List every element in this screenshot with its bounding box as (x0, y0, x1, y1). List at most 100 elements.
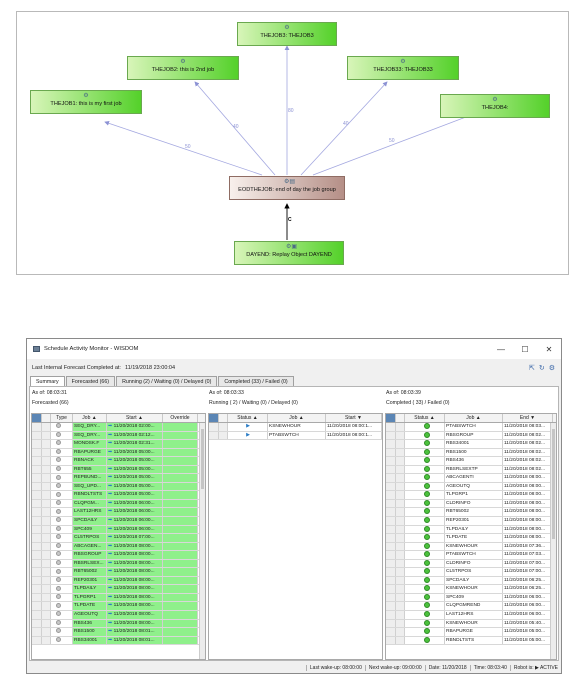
scroll-thumb[interactable] (201, 429, 204, 489)
table-row[interactable]: TLPGRP1 11/20/2018 08:00... (386, 491, 556, 500)
table-row[interactable]: CL5TRPOS 11/20/2018 07:00... (386, 568, 556, 577)
forecasted-scrollbar[interactable] (199, 423, 205, 659)
row-check[interactable] (42, 423, 51, 431)
row-check[interactable] (396, 457, 405, 465)
table-row[interactable]: TLPDATE 11/20/2018 08:00... (386, 534, 556, 543)
row-selector[interactable] (386, 491, 396, 499)
override-cell[interactable] (163, 551, 198, 559)
table-row[interactable]: REP20301 11/20/2018 08:00... (386, 517, 556, 526)
row-check[interactable] (396, 611, 405, 619)
row-selector[interactable] (32, 542, 42, 551)
table-row[interactable]: CLDRINFO 11/20/2018 08:00... (386, 499, 556, 509)
row-check[interactable] (42, 491, 51, 499)
table-row[interactable]: CLQPGM... ➡ 11/20/2018 06:00... (32, 499, 205, 509)
table-row[interactable]: RBNDLTSTS 11/20/2018 05:00... (386, 636, 556, 646)
row-check[interactable] (42, 628, 51, 636)
table-row[interactable]: ABCAGENTI 11/20/2018 08:00... (386, 474, 556, 483)
override-cell[interactable] (163, 474, 198, 482)
table-row[interactable]: LAST12HRS ➡ 11/20/2018 06:00... (32, 508, 205, 518)
table-row[interactable]: ▶ KSNEWHOUR 11/20/2018 08:00:1... (209, 423, 382, 432)
node-job4[interactable]: ⚙ THEJOB4: (440, 94, 550, 118)
row-selector[interactable] (386, 457, 396, 465)
override-cell[interactable] (163, 568, 198, 576)
override-cell[interactable] (163, 525, 198, 534)
table-row[interactable]: SEQ_DRY... ➡ 11/20/2018 02:00... (32, 423, 205, 432)
row-selector[interactable] (32, 499, 42, 508)
row-selector[interactable] (386, 423, 396, 431)
table-row[interactable]: CLQPGMREND 11/20/2018 06:00... (386, 602, 556, 612)
row-selector[interactable] (32, 628, 42, 636)
row-selector[interactable] (32, 551, 42, 559)
table-row[interactable]: RBS1500 ➡ 11/20/2018 08:01... (32, 628, 205, 637)
table-row[interactable]: RBT655 ➡ 11/20/2018 05:00... (32, 465, 205, 475)
override-cell[interactable] (163, 636, 198, 645)
override-cell[interactable] (163, 542, 198, 551)
row-selector[interactable] (386, 542, 396, 551)
override-cell[interactable] (163, 431, 198, 440)
row-check[interactable] (396, 508, 405, 517)
grid-menu-icon[interactable] (386, 414, 396, 422)
col-end[interactable]: End ▼ (503, 414, 553, 422)
override-cell[interactable] (163, 619, 198, 628)
row-selector[interactable] (32, 448, 42, 457)
table-row[interactable]: RBNACK ➡ 11/20/2018 05:00... (32, 457, 205, 466)
row-selector[interactable] (32, 491, 42, 499)
row-check[interactable] (396, 448, 405, 457)
row-check[interactable] (396, 568, 405, 576)
node-job3[interactable]: ⚙ THEJOB3: THEJOB3 (237, 22, 337, 46)
override-cell[interactable] (163, 448, 198, 457)
table-row[interactable]: RBAPURGE ➡ 11/20/2018 05:00... (32, 448, 205, 458)
table-row[interactable]: TLPDAILY 11/20/2018 08:00... (386, 525, 556, 535)
table-row[interactable]: CL5TRPOS ➡ 11/20/2018 07:00... (32, 534, 205, 543)
node-job2[interactable]: ⚙ THEJOB2: this is 2nd job (127, 56, 239, 80)
row-selector[interactable] (386, 499, 396, 508)
table-row[interactable]: SEQ_DRY... ➡ 11/20/2018 02:12... (32, 431, 205, 441)
col-job[interactable]: Job ▲ (268, 414, 326, 422)
col-type[interactable]: Type (51, 414, 73, 422)
row-selector[interactable] (209, 431, 219, 440)
row-check[interactable] (396, 431, 405, 440)
table-row[interactable]: RBS436 11/20/2018 08:02... (386, 457, 556, 466)
row-check[interactable] (396, 602, 405, 611)
row-check[interactable] (396, 525, 405, 534)
table-row[interactable]: MONDSK.F ➡ 11/20/2018 02:31... (32, 440, 205, 449)
table-row[interactable]: RBAPURGE 11/20/2018 05:00... (386, 628, 556, 637)
row-check[interactable] (396, 551, 405, 559)
table-row[interactable]: TLPDATE ➡ 11/20/2018 08:00... (32, 602, 205, 612)
row-check[interactable] (396, 593, 405, 602)
minimize-button[interactable]: — (489, 345, 513, 354)
row-check[interactable] (42, 636, 51, 645)
row-selector[interactable] (32, 593, 42, 602)
row-selector[interactable] (32, 508, 42, 517)
row-selector[interactable] (386, 559, 396, 568)
row-check[interactable] (396, 482, 405, 491)
row-check[interactable] (396, 585, 405, 593)
row-check[interactable] (42, 568, 51, 576)
row-selector[interactable] (386, 482, 396, 491)
table-row[interactable]: AGEOUTQ ➡ 11/20/2018 08:00... (32, 611, 205, 620)
grid-menu-icon[interactable] (209, 414, 219, 422)
table-row[interactable]: RBSGROUP ➡ 11/20/2018 08:00... (32, 551, 205, 560)
row-check[interactable] (396, 542, 405, 551)
table-row[interactable]: SPC409 ➡ 11/20/2018 06:00... (32, 525, 205, 535)
table-row[interactable]: KSNEWHOUR 11/20/2018 07:36... (386, 542, 556, 552)
row-check[interactable] (396, 499, 405, 508)
table-row[interactable]: REPBUND... ➡ 11/20/2018 05:00... (32, 474, 205, 483)
row-check[interactable] (396, 423, 405, 431)
table-row[interactable]: TLPDAILY ➡ 11/20/2018 08:00... (32, 585, 205, 594)
row-check[interactable] (42, 431, 51, 440)
row-check[interactable] (42, 499, 51, 508)
row-check[interactable] (396, 559, 405, 568)
table-row[interactable]: SPCDAILY 11/20/2018 06:25... (386, 576, 556, 586)
maximize-button[interactable]: ☐ (513, 345, 537, 354)
row-selector[interactable] (386, 517, 396, 525)
row-selector[interactable] (32, 525, 42, 534)
override-cell[interactable] (163, 628, 198, 636)
row-selector[interactable] (32, 576, 42, 585)
row-selector[interactable] (32, 474, 42, 482)
row-check[interactable] (42, 585, 51, 593)
table-row[interactable]: SEQ_UPD... ➡ 11/20/2018 05:00... (32, 482, 205, 492)
row-check[interactable] (42, 508, 51, 517)
node-eod-group[interactable]: ⚙▤ EODTHEJOB: end of day the job group (229, 176, 345, 200)
row-selector[interactable] (386, 585, 396, 593)
